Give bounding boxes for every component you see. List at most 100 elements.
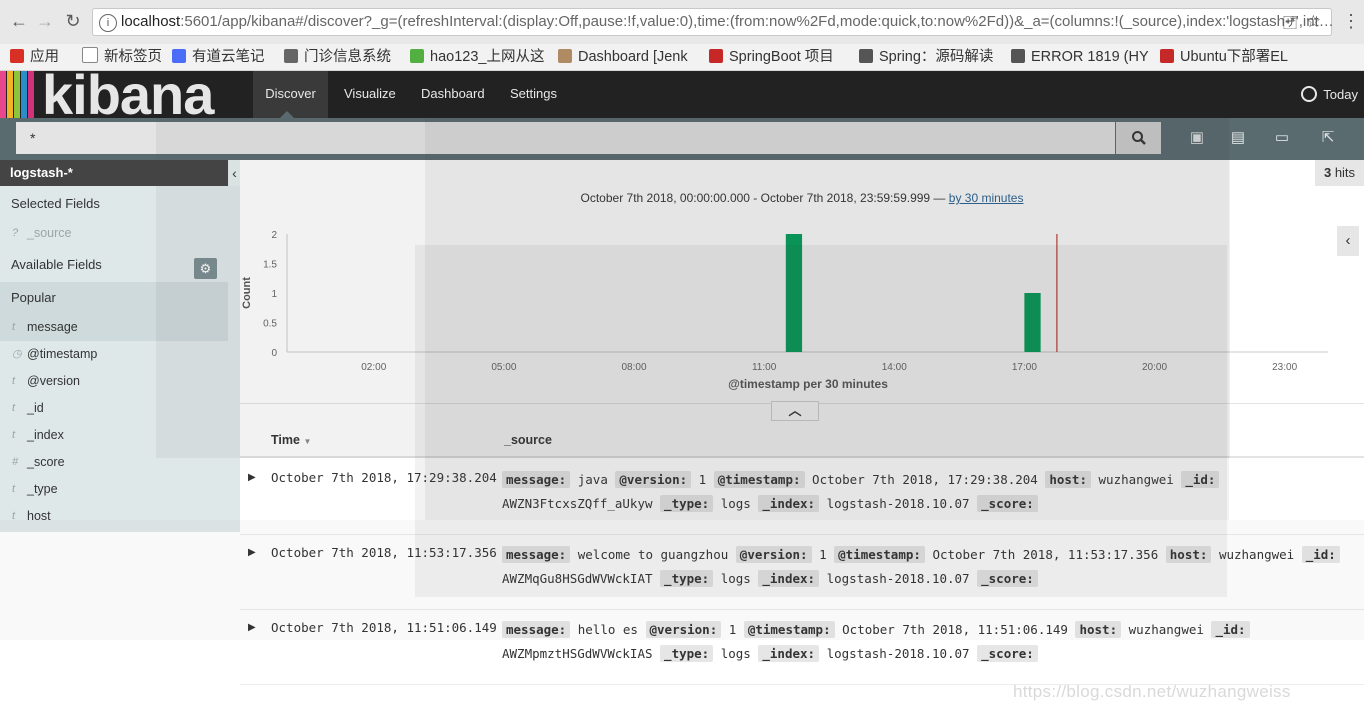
x-tick-label: 23:00 xyxy=(1272,362,1297,373)
row-source: message: welcome to guangzhou @version: … xyxy=(502,543,1342,591)
y-tick-label: 0 xyxy=(271,348,277,359)
source-value: 1 xyxy=(698,472,707,487)
bookmark-icon xyxy=(410,49,424,63)
bookmark-item[interactable]: SpringBoot 项目 xyxy=(709,47,849,67)
tab-settings[interactable]: Settings xyxy=(510,71,557,118)
bookmark-item[interactable]: Ubuntu下部署EL xyxy=(1160,47,1300,67)
field-name: host xyxy=(27,509,51,523)
hits-count: 3 hits xyxy=(1315,160,1364,186)
bookmark-icon xyxy=(10,49,24,63)
source-value: wuzhangwei xyxy=(1098,472,1174,487)
time-range-label: October 7th 2018, 00:00:00.000 - October… xyxy=(580,191,1024,205)
source-value: AWZN3FtcxsZQff_aUkyw xyxy=(502,496,653,511)
source-key: @version: xyxy=(615,471,692,488)
expand-row-icon[interactable]: ▶ xyxy=(248,547,256,558)
table-row[interactable]: ▶ October 7th 2018, 17:29:38.204 message: … xyxy=(240,460,1364,535)
clock-icon xyxy=(1301,86,1318,102)
kibana-logo[interactable]: kibana xyxy=(0,71,240,118)
field-type-icon: t xyxy=(12,483,16,495)
bookmark-item[interactable]: 应用 xyxy=(10,47,70,67)
address-bar[interactable]: i localhost:5601/app/kibana#/discover?_g… xyxy=(92,8,1334,36)
bookmark-item[interactable]: hao123_上网从这 xyxy=(410,47,550,67)
sidebar-field-item[interactable]: t host xyxy=(0,503,228,530)
sidebar-field-item[interactable]: t _type xyxy=(0,476,228,503)
bookmark-item[interactable]: 有道云笔记 xyxy=(172,47,272,67)
bookmark-icon xyxy=(284,49,298,63)
row-source: message: java @version: 1 @timestamp: Oc… xyxy=(502,468,1342,516)
x-tick-label: 08:00 xyxy=(621,362,646,373)
bookmark-item[interactable]: 新标签页 xyxy=(82,47,162,67)
watermark: https://blog.csdn.net/wuzhangweiss xyxy=(1013,682,1291,701)
field-sidebar: logstash-* ‹ Selected Fields ? _source A… xyxy=(0,160,240,532)
sidebar-field-item[interactable]: t _index xyxy=(0,422,228,449)
selected-field-source[interactable]: ? _source xyxy=(0,220,228,247)
index-pattern-selector[interactable]: logstash-* xyxy=(0,160,228,186)
field-name: message xyxy=(27,320,78,334)
reload-icon[interactable]: ↻ xyxy=(62,10,84,32)
time-picker[interactable]: Today xyxy=(1301,71,1358,118)
source-value: wuzhangwei xyxy=(1128,622,1204,637)
column-header-time[interactable]: Time ▼ xyxy=(271,433,311,447)
bookmark-icon xyxy=(558,49,572,63)
field-type-icon: ? xyxy=(12,227,19,239)
source-value: AWZMqGu8HSGdWVWckIAT xyxy=(502,571,653,586)
info-icon[interactable]: i xyxy=(99,14,117,32)
back-icon[interactable]: ← xyxy=(8,10,30,32)
bookmark-item[interactable]: Spring：源码解读 xyxy=(859,47,999,67)
search-button[interactable] xyxy=(1116,122,1161,154)
x-axis-label: @timestamp per 30 minutes xyxy=(728,377,888,391)
table-row[interactable]: ▶ October 7th 2018, 11:51:06.149 message: … xyxy=(240,610,1364,685)
sidebar-field-item[interactable]: # _score xyxy=(0,449,228,476)
bookmark-star-icon[interactable]: ☆ xyxy=(1306,12,1321,32)
source-value: logs xyxy=(720,496,751,511)
interval-link[interactable]: by 30 minutes xyxy=(949,191,1024,205)
field-type-icon: t xyxy=(12,375,16,387)
sidebar-field-item[interactable]: ◷ @timestamp xyxy=(0,341,228,368)
chevron-left-icon[interactable]: ‹ xyxy=(1337,226,1359,256)
translate-icon[interactable]: 🈂 xyxy=(1283,13,1297,33)
source-key: host: xyxy=(1045,471,1091,488)
share-icon[interactable]: ⇱ xyxy=(1318,128,1338,148)
bookmark-item[interactable]: ERROR 1819 (HY xyxy=(1011,47,1151,67)
x-tick-label: 20:00 xyxy=(1142,362,1167,373)
field-name: @timestamp xyxy=(27,347,98,361)
selected-fields-heading: Selected Fields xyxy=(11,196,100,211)
expand-row-icon[interactable]: ▶ xyxy=(248,622,256,633)
kibana-top-nav: kibana Discover Visualize Dashboard Sett… xyxy=(0,71,1364,118)
tab-dashboard[interactable]: Dashboard xyxy=(421,71,485,118)
source-key: _id: xyxy=(1301,546,1340,563)
expand-row-icon[interactable]: ▶ xyxy=(248,472,256,483)
forward-icon[interactable]: → xyxy=(34,10,56,32)
browser-menu-icon[interactable]: ⋮ xyxy=(1342,11,1360,32)
sidebar-field-item[interactable]: t @version xyxy=(0,368,228,395)
sort-icon[interactable]: ▼ xyxy=(303,437,311,446)
column-header-source: _source xyxy=(504,433,552,447)
source-value: logstash-2018.10.07 xyxy=(826,571,970,586)
field-name: _id xyxy=(27,401,44,415)
bookmark-item[interactable]: Dashboard [Jenk xyxy=(558,47,698,67)
open-search-icon[interactable]: ▭ xyxy=(1272,128,1292,148)
bookmark-item[interactable]: 门诊信息系统 xyxy=(284,47,399,67)
source-key: _id: xyxy=(1211,621,1250,638)
source-key: host: xyxy=(1165,546,1212,563)
new-search-icon[interactable]: ▣ xyxy=(1187,128,1207,148)
active-tab-caret xyxy=(280,111,294,118)
sidebar-field-item[interactable]: t _id xyxy=(0,395,228,422)
histogram-bar xyxy=(785,234,803,352)
chevron-up-icon[interactable]: ︿ xyxy=(771,401,819,421)
discover-main: 3 hits October 7th 2018, 00:00:00.000 - … xyxy=(240,160,1364,713)
source-value: October 7th 2018, 11:51:06.149 xyxy=(842,622,1068,637)
sidebar-field-item[interactable]: t message xyxy=(0,314,228,341)
field-type-icon: t xyxy=(12,510,16,522)
search-input[interactable] xyxy=(16,122,1115,154)
bookmarks-bar: 应用 新标签页 有道云笔记 门诊信息系统 hao123_上网从这 Dashboard [J… xyxy=(0,44,1364,71)
tab-visualize[interactable]: Visualize xyxy=(344,71,396,118)
save-search-icon[interactable]: ▤ xyxy=(1228,128,1248,148)
field-type-icon: ◷ xyxy=(12,348,22,360)
table-row[interactable]: ▶ October 7th 2018, 11:53:17.356 message: … xyxy=(240,535,1364,610)
gear-icon[interactable]: ⚙ xyxy=(194,258,217,279)
collapse-sidebar-icon[interactable]: ‹ xyxy=(229,160,240,186)
source-key: @timestamp: xyxy=(743,621,835,638)
field-name: _index xyxy=(27,428,64,442)
source-key: message: xyxy=(502,621,571,638)
